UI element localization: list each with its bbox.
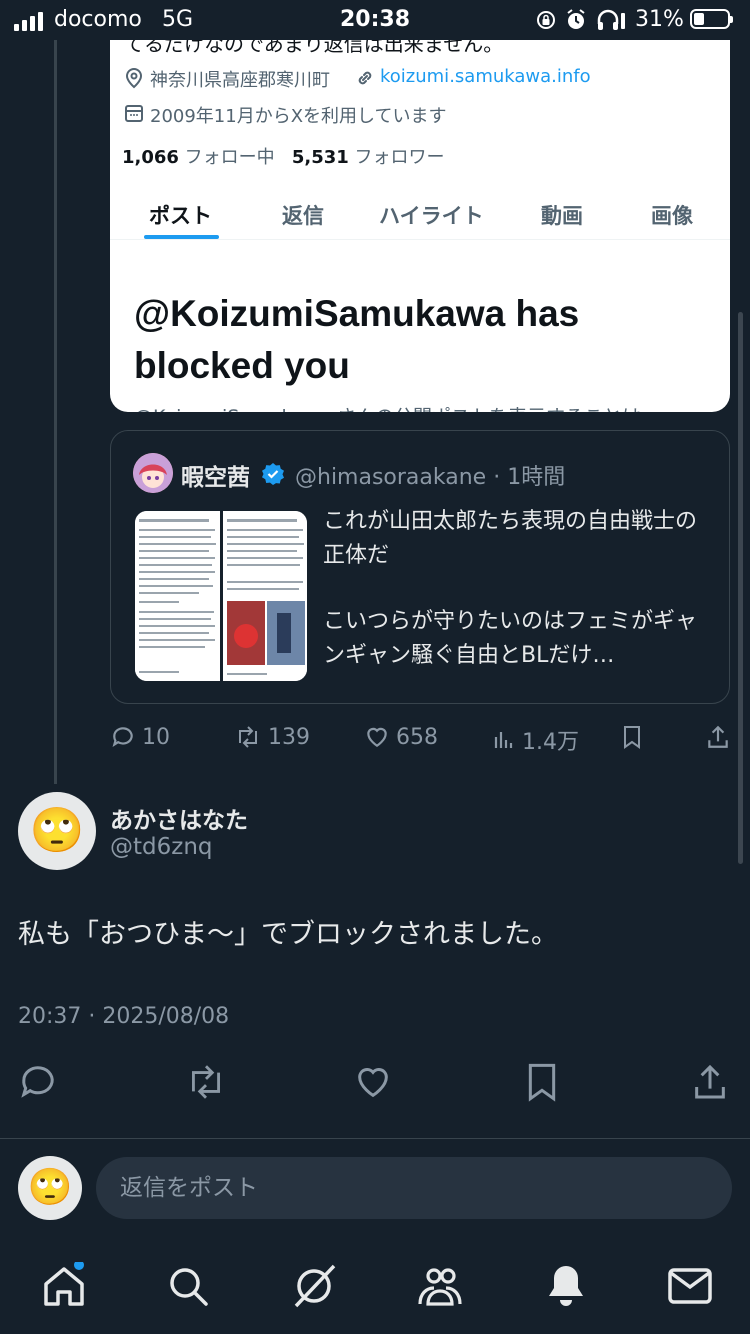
blocked-message: @KoizumiSamukawa has blocked you: [134, 293, 580, 386]
quote-display-name[interactable]: 暇空茜: [181, 458, 250, 492]
grok-icon[interactable]: [290, 1262, 338, 1310]
quote-time: 1時間: [507, 465, 566, 490]
quote-text-line2: こいつらが守りたいのはフェミがギャンギャン騒ぐ自由とBLだけ…: [323, 609, 698, 668]
quote-text-line1: これが山田太郎たち表現の自由戦士の正体だ: [323, 509, 698, 568]
messages-icon[interactable]: [666, 1262, 714, 1310]
bookmark-icon[interactable]: [522, 1062, 562, 1102]
quote-text: これが山田太郎たち表現の自由戦士の正体だ こいつらが守りたいのはフェミがギャンギ…: [323, 505, 713, 673]
headphones-icon: [597, 9, 625, 30]
battery-icon: [690, 9, 733, 29]
heart-icon: [367, 727, 387, 747]
repost-icon: [239, 726, 257, 748]
search-icon[interactable]: [164, 1262, 212, 1310]
share-icon[interactable]: [705, 724, 731, 750]
network-type: 5G: [162, 7, 194, 32]
location-icon: [125, 67, 143, 89]
status-bar: docomo 5G 20:38 31%: [0, 0, 750, 40]
reply-icon: [112, 727, 133, 747]
views-count: 1.4万: [522, 730, 579, 755]
divider: [0, 1138, 750, 1139]
reply-handle[interactable]: @td6znq: [110, 834, 213, 860]
notification-dot: [74, 1262, 84, 1270]
like-count: 658: [396, 724, 438, 750]
home-icon[interactable]: [40, 1262, 88, 1310]
composer-avatar[interactable]: 🙄: [18, 1156, 82, 1220]
alarm-icon: [567, 9, 585, 29]
reply-timestamp[interactable]: 20:37 · 2025/08/08: [18, 1004, 229, 1029]
verified-badge-icon: [262, 463, 284, 485]
composer-avatar-emoji: 🙄: [27, 1167, 73, 1208]
scrollbar[interactable]: [738, 312, 743, 864]
views-count-button[interactable]: 1.4万: [492, 724, 579, 756]
reply-icon[interactable]: [18, 1062, 58, 1102]
signal-icon: [14, 12, 43, 31]
views-icon: [494, 732, 513, 748]
following-label: フォロー中: [184, 147, 275, 168]
blocked-subtext: @KoizumiSamukawa さんの公開ポストを表示することは: [134, 402, 641, 412]
thread-line: [54, 40, 57, 784]
reply-count: 10: [142, 724, 170, 750]
repost-count: 139: [268, 724, 310, 750]
clock: 20:38: [340, 7, 411, 32]
screenshot-thumbnail: [135, 511, 307, 681]
reply-avatar-emoji: 🙄: [29, 805, 85, 856]
followers-count[interactable]: 5,531: [292, 147, 349, 168]
communities-icon[interactable]: [416, 1262, 464, 1310]
link-icon: [358, 71, 372, 85]
anime-avatar-icon: [133, 453, 173, 493]
repost-icon[interactable]: [184, 1062, 228, 1102]
quote-avatar[interactable]: [133, 453, 173, 493]
tab-posts[interactable]: ポスト: [149, 200, 212, 230]
tab-highlights[interactable]: ハイライト: [379, 200, 484, 230]
reply-input[interactable]: [96, 1157, 732, 1219]
calendar-icon: [125, 105, 143, 122]
followers-label: フォロワー: [354, 147, 445, 168]
bookmark-icon[interactable]: [620, 724, 644, 750]
profile-joined: 2009年11月からXを利用しています: [150, 106, 447, 127]
quote-handle: @himasoraakane: [295, 465, 487, 490]
quote-handle-time: @himasoraakane · 1時間: [295, 465, 566, 490]
battery-percent: 31%: [635, 7, 684, 32]
embedded-screenshot[interactable]: てるだけなのであまり返信は出来ません。 神奈川県高座郡寒川町 koizumi.s…: [110, 40, 730, 412]
heart-icon[interactable]: [353, 1062, 393, 1102]
bio-fragment: てるだけなのであまり返信は出来ません。: [124, 40, 504, 56]
repost-count-button[interactable]: 139: [234, 724, 310, 750]
like-count-button[interactable]: 658: [364, 724, 438, 750]
following-count[interactable]: 1,066: [122, 147, 179, 168]
reply-count-button[interactable]: 10: [110, 724, 170, 750]
reply-text: 私も「おつひま〜」でブロックされました。: [18, 919, 558, 950]
notifications-icon[interactable]: [542, 1262, 590, 1310]
tab-images[interactable]: 画像: [651, 200, 693, 230]
divider: [110, 239, 730, 240]
reply-avatar[interactable]: 🙄: [18, 792, 96, 870]
follow-stats: 1,066 フォロー中 5,531 フォロワー: [122, 143, 445, 169]
quoted-post[interactable]: 暇空茜 @himasoraakane · 1時間 これが山田太郎たち表現の自由戦…: [110, 430, 730, 704]
rotation-lock-icon: [537, 11, 555, 29]
quote-image[interactable]: [135, 511, 307, 681]
tab-videos[interactable]: 動画: [541, 200, 583, 230]
reply-display-name[interactable]: あかさはなた: [110, 801, 248, 835]
tab-replies[interactable]: 返信: [282, 200, 324, 230]
profile-website-link[interactable]: koizumi.samukawa.info: [380, 66, 591, 87]
carrier: docomo: [54, 7, 142, 32]
profile-tabs: ポスト 返信 ハイライト 動画 画像: [110, 200, 730, 240]
share-icon[interactable]: [690, 1062, 730, 1102]
profile-location: 神奈川県高座郡寒川町: [150, 70, 330, 91]
